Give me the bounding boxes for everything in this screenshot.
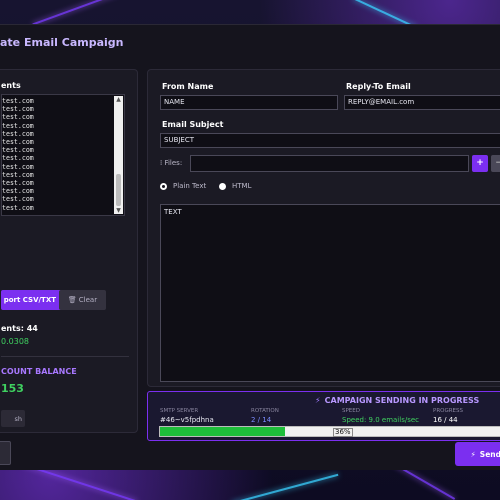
radio-dot-selected [160,182,167,190]
compose-panel: From Name NAME Reply-To Email REPLY@EMAI… [147,69,500,387]
progress-title-text: CAMPAIGN SENDING IN PROGRESS [324,396,480,405]
recipient-item: test.com [2,162,34,171]
recipients-count: ents: 44 [1,324,38,333]
progress-percent: 36% [333,428,353,437]
smtp-value: #46~v5fpdhna [160,416,214,424]
divider [1,356,129,357]
reply-to-label: Reply-To Email [346,82,411,91]
smtp-label: SMTP SERVER [160,408,199,414]
recipient-item: test.com [2,203,34,212]
files-label: ⁞ Files: [160,159,182,167]
progress-bar: 36% [159,426,500,437]
recipient-item: test.com [2,113,34,122]
files-label-text: Files: [164,159,183,167]
recipients-panel: ents test.com test.com test.com test.com tes… [0,69,138,433]
recipients-list-box[interactable]: test.com test.com test.com test.com test.com… [1,94,125,216]
radio-plain-label: Plain Text [173,182,207,190]
back-button[interactable] [0,441,11,465]
recipient-item: test.com [2,179,34,188]
progress-label: PROGRESS [433,408,464,414]
from-name-label: From Name [162,82,214,91]
scroll-up-icon[interactable]: ▲ [115,96,122,103]
recipient-item: test.com [2,97,34,105]
recipient-item: test.com [2,195,34,204]
recipients-heading: ents [1,81,21,90]
rotation-label: ROTATION [251,408,279,414]
recipient-item: test.com [2,121,34,130]
recipient-item: test.com [2,129,34,138]
recipient-item: test.com [2,138,34,147]
scroll-down-icon[interactable]: ▼ [115,207,122,214]
radio-html-label: HTML [232,182,252,190]
remove-file-button[interactable]: − [491,155,500,172]
recipients-list: test.com test.com test.com test.com test.com… [2,95,124,212]
progress-title: ⚡ CAMPAIGN SENDING IN PROGRESS [315,396,479,405]
speed-label: SPEED [342,408,360,414]
send-icon: ⚡ [470,449,476,459]
subject-input[interactable]: SUBJECT [160,133,500,148]
subject-label: Email Subject [162,120,224,129]
balance-value: 153 [1,382,24,395]
trash-icon: 🗑 [67,296,77,304]
radio-dot [219,182,226,190]
clear-button[interactable]: 🗑 Clear [59,290,106,310]
send-button-label: Send [479,449,500,459]
message-body-textarea[interactable]: TEXT [160,204,500,382]
radio-html[interactable]: HTML [219,182,251,190]
progress-value: 16 / 44 [433,416,458,424]
scroll-thumb[interactable] [116,174,121,206]
rotation-value: 2 / 14 [251,416,272,424]
balance-label: COUNT BALANCE [1,367,77,376]
estimated-cost: 0.0308 [1,337,29,346]
recipient-item: test.com [2,154,34,163]
send-button[interactable]: ⚡ Send [455,442,500,466]
speed-value: Speed: 9.0 emails/sec [342,416,419,424]
recipient-item: test.com [2,187,34,196]
recipient-item: test.com [2,146,34,155]
files-input[interactable] [190,155,469,172]
from-name-input[interactable]: NAME [160,95,338,110]
add-file-button[interactable]: + [472,155,488,172]
recipients-scrollbar[interactable]: ▲ ▼ [114,96,123,214]
progress-panel: ⚡ CAMPAIGN SENDING IN PROGRESS SMTP SERV… [147,391,500,441]
paperclip-icon: ⁞ [160,159,163,167]
recipient-item: test.com [2,105,34,114]
reply-to-input[interactable]: REPLY@EMAIL.com [344,95,500,110]
radio-plain-text[interactable]: Plain Text [160,182,206,190]
import-csv-button[interactable]: port CSV/TXT [1,290,62,310]
clear-button-label: Clear [78,296,98,304]
progress-bar-fill [160,427,285,436]
lightning-icon: ⚡ [315,396,321,405]
refresh-button[interactable]: sh [1,410,25,427]
window-title: ate Email Campaign [0,36,124,49]
recipient-item: test.com [2,170,34,179]
